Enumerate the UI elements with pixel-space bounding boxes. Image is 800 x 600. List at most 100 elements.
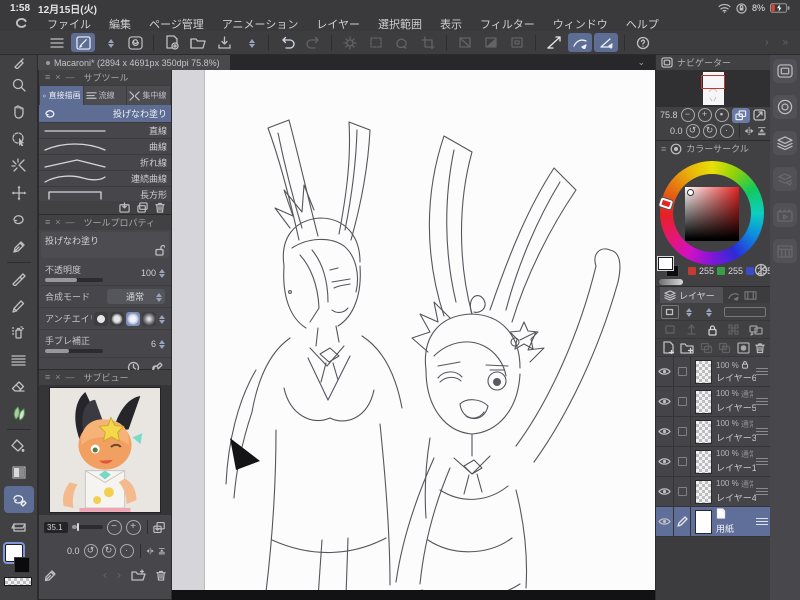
layer-panel-button[interactable] bbox=[773, 131, 797, 155]
layer-menu-icon[interactable] bbox=[756, 477, 768, 506]
layer-row[interactable]: 100 % 通常 レイヤー5 bbox=[656, 387, 771, 417]
layer-visible-icon[interactable] bbox=[658, 457, 671, 466]
navigator-expand-icon[interactable] bbox=[752, 109, 766, 121]
tool-fill[interactable] bbox=[4, 432, 34, 459]
foreground-color-swatch[interactable] bbox=[657, 256, 674, 271]
layer-thumbnail[interactable] bbox=[695, 479, 712, 504]
panel-menu-icon[interactable]: ≡ bbox=[45, 73, 50, 82]
layer-combine-stepper[interactable] bbox=[686, 305, 693, 319]
subview-zoom-slider[interactable] bbox=[72, 523, 103, 531]
sv-marker[interactable] bbox=[687, 189, 694, 196]
antialias-none-option[interactable] bbox=[94, 311, 108, 326]
layer-row[interactable]: 100 % 通常 レイヤー3 bbox=[656, 417, 771, 447]
tool-selection-lasso[interactable] bbox=[4, 206, 34, 233]
document-tab[interactable]: Macaroni* (2894 x 4691px 350dpi 75.8%) bbox=[38, 55, 230, 70]
subtool-tab-saturated-lines[interactable]: 集中線 bbox=[127, 86, 171, 105]
subview-zoom-value[interactable]: 35.1 bbox=[44, 521, 68, 533]
help-button[interactable] bbox=[631, 33, 655, 52]
layer-checkbox[interactable] bbox=[677, 487, 687, 496]
antialias-strong-option[interactable] bbox=[142, 311, 156, 326]
subview-eyedropper-icon[interactable] bbox=[44, 569, 57, 582]
subview-delete-icon[interactable] bbox=[156, 570, 166, 581]
tool-pen-tip[interactable] bbox=[4, 55, 34, 71]
animation-panel-button[interactable] bbox=[773, 203, 797, 227]
merge-down-icon[interactable] bbox=[718, 342, 731, 354]
transparent-color-swatch[interactable] bbox=[3, 577, 32, 586]
blend-mode-dropdown[interactable]: 通常 bbox=[107, 289, 165, 304]
selection-none-button[interactable] bbox=[453, 33, 477, 52]
color-panel-button[interactable] bbox=[773, 95, 797, 119]
opacity-slider[interactable] bbox=[45, 278, 103, 282]
layer-thumbnail[interactable] bbox=[695, 419, 712, 444]
background-color-swatch[interactable] bbox=[13, 557, 30, 573]
tool-move-layer[interactable] bbox=[4, 179, 34, 206]
navigator-fit-vertical-icon[interactable] bbox=[757, 125, 767, 137]
tool-hand[interactable] bbox=[4, 98, 34, 125]
tool-zoom[interactable] bbox=[4, 71, 34, 98]
tool-pencil[interactable] bbox=[4, 292, 34, 319]
panel-close-icon[interactable]: × bbox=[55, 218, 60, 227]
stabilization-slider[interactable] bbox=[45, 349, 103, 353]
canvas-area[interactable] bbox=[172, 70, 655, 600]
menu-layer[interactable]: レイヤー bbox=[316, 16, 360, 32]
layer-panel-tab[interactable]: レイヤー bbox=[660, 287, 723, 303]
subview-image-area[interactable] bbox=[39, 385, 171, 515]
layer-visible-icon[interactable] bbox=[658, 517, 671, 526]
tool-airbrush[interactable] bbox=[4, 319, 34, 346]
panel-menu-icon[interactable]: ≡ bbox=[45, 218, 50, 227]
tool-frame-border[interactable] bbox=[4, 513, 34, 540]
subtool-item-continuous-curve[interactable]: 連続曲線 bbox=[39, 171, 171, 187]
save-button[interactable] bbox=[212, 33, 236, 52]
deselect-button[interactable] bbox=[364, 33, 388, 52]
layer-row[interactable]: 100 % 通常 レイヤー4 bbox=[656, 477, 771, 507]
new-canvas-button[interactable] bbox=[160, 33, 184, 52]
menu-window[interactable]: ウィンドウ bbox=[553, 16, 608, 32]
toolbar-collapse-icon[interactable]: › bbox=[765, 37, 768, 48]
navigator-fit-button[interactable] bbox=[731, 107, 750, 123]
panel-minimize-icon[interactable]: — bbox=[66, 218, 75, 227]
snap-guide-button[interactable] bbox=[594, 33, 618, 52]
paper-thumbnail[interactable] bbox=[695, 509, 712, 534]
select-all-button[interactable] bbox=[338, 33, 362, 52]
navigator-flip-horizontal-icon[interactable] bbox=[744, 125, 754, 137]
mode-chevrons[interactable] bbox=[97, 33, 121, 52]
tool-decoration[interactable] bbox=[4, 346, 34, 373]
navigator-reset-rotation-button[interactable]: · bbox=[719, 124, 734, 138]
opacity-value[interactable]: 100 bbox=[141, 268, 156, 278]
stabilization-value[interactable]: 6 bbox=[151, 339, 156, 349]
layer-menu-icon[interactable] bbox=[756, 417, 768, 446]
snap-special-ruler-button[interactable] bbox=[568, 33, 592, 52]
subview-zoom-in-button[interactable]: + bbox=[125, 519, 141, 535]
subview-rotation-value[interactable]: 0.0 bbox=[67, 546, 80, 556]
invert-selection-button[interactable] bbox=[390, 33, 414, 52]
layer-menu-icon[interactable] bbox=[756, 387, 768, 416]
layer-row[interactable]: 100 % 通常 レイヤー1 bbox=[656, 447, 771, 477]
duplicate-subtool-icon[interactable] bbox=[137, 202, 148, 213]
subtool-tab-direct-draw[interactable]: 直接描画 bbox=[40, 86, 83, 105]
tool-gradient[interactable] bbox=[4, 459, 34, 486]
menu-view[interactable]: 表示 bbox=[440, 16, 462, 32]
tool-pen[interactable] bbox=[4, 265, 34, 292]
navigator-viewport-rect[interactable] bbox=[701, 75, 725, 89]
layer-thumbnail[interactable] bbox=[695, 449, 712, 474]
panel-close-icon[interactable]: × bbox=[55, 373, 60, 382]
new-layer-icon[interactable] bbox=[662, 341, 675, 354]
layer-visible-icon[interactable] bbox=[658, 367, 671, 376]
layer-menu-icon[interactable] bbox=[756, 357, 768, 386]
layer-checkbox[interactable] bbox=[677, 427, 687, 436]
subview-prev-button[interactable]: ‹ bbox=[103, 568, 107, 582]
navigator-zoom-in-button[interactable]: + bbox=[697, 108, 712, 122]
timeline-panel-button[interactable] bbox=[773, 239, 797, 263]
navigator-panel-button[interactable] bbox=[773, 59, 797, 83]
saturation-value-square[interactable] bbox=[685, 187, 739, 241]
subview-fit-icon[interactable] bbox=[158, 545, 166, 557]
antialias-stepper[interactable] bbox=[159, 312, 165, 326]
layer-menu-icon[interactable] bbox=[756, 447, 768, 476]
animation-tab-icon[interactable] bbox=[744, 290, 757, 301]
reference-layer-icon[interactable] bbox=[749, 324, 763, 336]
tool-eraser[interactable] bbox=[4, 373, 34, 400]
selection-half-button[interactable] bbox=[479, 33, 503, 52]
navigator-preview[interactable] bbox=[656, 70, 771, 107]
edit-mode-button[interactable] bbox=[71, 33, 95, 52]
add-subtool-icon[interactable] bbox=[119, 202, 130, 213]
